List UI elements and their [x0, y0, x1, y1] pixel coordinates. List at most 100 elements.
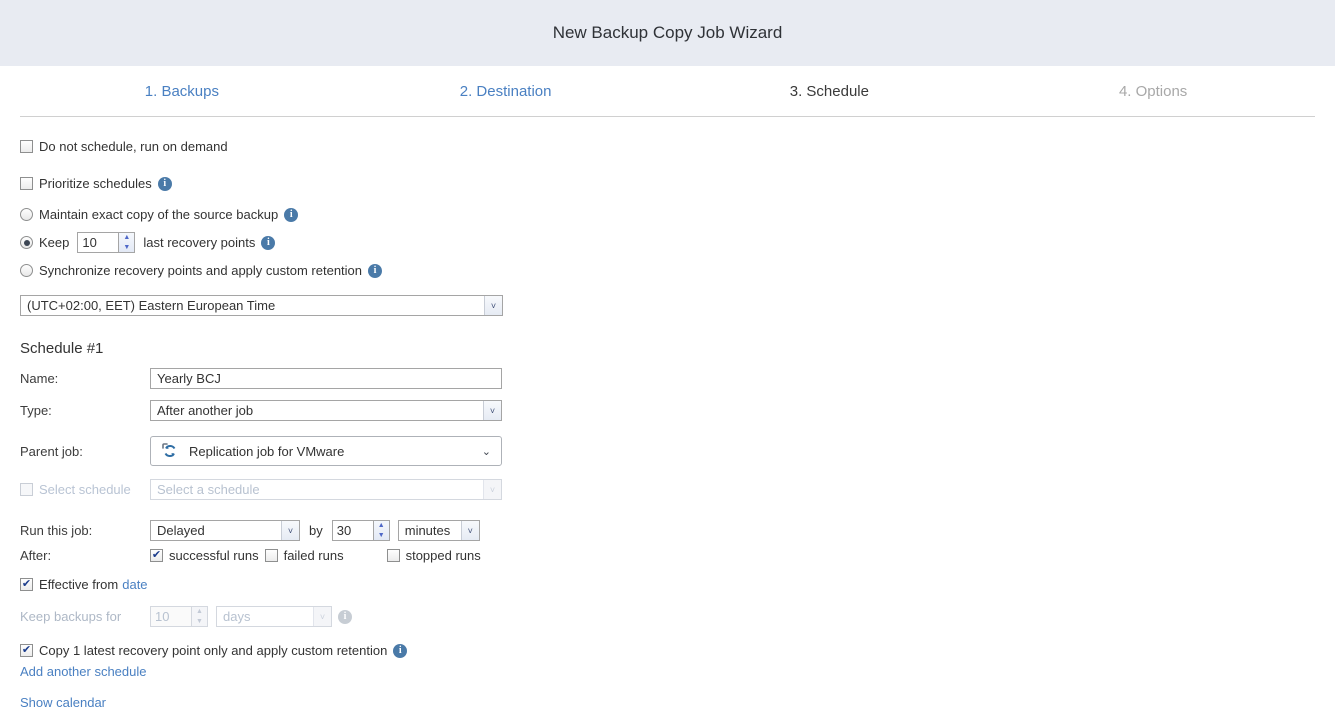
- do-not-schedule-checkbox[interactable]: [20, 140, 33, 153]
- parent-job-value: Replication job for VMware: [189, 443, 345, 459]
- spin-down-icon[interactable]: ▼: [374, 531, 389, 541]
- spin-up-icon[interactable]: ▲: [374, 521, 389, 531]
- keep-backups-spinner: ▲▼: [150, 606, 208, 627]
- stopped-runs-checkbox[interactable]: [386, 549, 400, 562]
- info-icon[interactable]: i: [284, 207, 299, 222]
- info-icon[interactable]: i: [261, 235, 276, 250]
- tab-backups[interactable]: 1. Backups: [20, 83, 344, 100]
- select-schedule-placeholder: Select a schedule: [157, 482, 260, 497]
- keep-points-row: Keep ▲▼ last recovery points i: [20, 232, 1315, 253]
- type-value: After another job: [157, 403, 254, 418]
- info-icon[interactable]: i: [157, 176, 172, 191]
- prioritize-row: Prioritize schedules i: [20, 176, 1315, 191]
- keep-backups-unit-select: days ˅: [216, 606, 332, 627]
- sync-points-radio[interactable]: [20, 264, 33, 277]
- keep-points-suffix: last recovery points: [143, 235, 256, 250]
- type-label: Type:: [20, 403, 52, 418]
- select-schedule-option: Select schedule: [20, 482, 150, 497]
- spin-down-icon: ▼: [196, 617, 203, 625]
- chevron-down-icon[interactable]: ˅: [483, 401, 501, 420]
- effective-from-checkbox[interactable]: [20, 578, 33, 591]
- delay-spinner: ▲▼: [331, 520, 390, 541]
- keep-backups-row: Keep backups for ▲▼ days ˅ i: [20, 606, 1315, 627]
- info-icon[interactable]: i: [368, 263, 383, 278]
- run-mode-select[interactable]: Delayed ˅: [150, 520, 300, 541]
- keep-backups-input: [151, 607, 191, 626]
- chevron-down-icon: ˅: [483, 480, 501, 499]
- spinner-arrows[interactable]: ▲ ▼: [118, 233, 135, 253]
- spin-up-icon: ▲: [196, 608, 203, 616]
- effective-from-row: Effective from date: [20, 577, 1315, 592]
- run-job-label: Run this job:: [20, 523, 93, 538]
- show-calendar-row: Show calendar: [20, 695, 1315, 710]
- successful-runs-checkbox[interactable]: [150, 549, 163, 562]
- schedule-name-input[interactable]: [150, 368, 502, 389]
- select-schedule-label: Select schedule: [39, 482, 131, 497]
- maintain-copy-label: Maintain exact copy of the source backup: [39, 207, 279, 222]
- timezone-value: (UTC+02:00, EET) Eastern European Time: [27, 298, 276, 313]
- tab-schedule[interactable]: 3. Schedule: [668, 83, 992, 100]
- chevron-down-icon[interactable]: ⌄: [482, 445, 491, 458]
- info-icon[interactable]: i: [393, 643, 408, 658]
- keep-points-input[interactable]: [78, 233, 119, 252]
- maintain-copy-radio[interactable]: [20, 208, 33, 221]
- spinner-arrows[interactable]: ▲ ▼: [372, 521, 389, 541]
- keep-points-radio[interactable]: [20, 236, 33, 249]
- wizard-steps: 1. Backups 2. Destination 3. Schedule 4.…: [20, 66, 1315, 117]
- timezone-select[interactable]: (UTC+02:00, EET) Eastern European Time ˅: [20, 295, 503, 316]
- by-label: by: [309, 523, 323, 538]
- schedule-heading: Schedule #1: [20, 340, 104, 357]
- do-not-schedule-row: Do not schedule, run on demand: [20, 139, 1315, 154]
- show-calendar-link[interactable]: Show calendar: [20, 695, 106, 710]
- parent-job-row: Parent job: Replication job for VMware ⌄: [20, 436, 1315, 466]
- copy-latest-row: Copy 1 latest recovery point only and ap…: [20, 643, 1315, 658]
- type-row: Type: After another job ˅: [20, 400, 1315, 421]
- run-mode-value: Delayed: [157, 523, 205, 538]
- delay-unit-select[interactable]: minutes ˅: [397, 520, 480, 541]
- select-schedule-select: Select a schedule ˅: [150, 479, 502, 500]
- sync-points-row: Synchronize recovery points and apply cu…: [20, 263, 1315, 278]
- keep-backups-label: Keep backups for: [20, 609, 122, 624]
- failed-runs-label: failed runs: [283, 548, 344, 563]
- keep-points-prefix: Keep: [39, 235, 70, 250]
- type-select[interactable]: After another job ˅: [150, 400, 502, 421]
- tab-destination[interactable]: 2. Destination: [344, 83, 668, 100]
- wizard-title: New Backup Copy Job Wizard: [552, 23, 783, 42]
- add-another-schedule-link[interactable]: Add another schedule: [20, 664, 146, 679]
- parent-job-label: Parent job:: [20, 443, 83, 459]
- effective-date-link[interactable]: date: [122, 577, 147, 592]
- keep-backups-unit-value: days: [223, 609, 251, 624]
- delay-unit-value: minutes: [404, 523, 451, 538]
- name-label: Name:: [20, 371, 59, 386]
- prioritize-label: Prioritize schedules: [39, 176, 152, 191]
- info-icon: i: [338, 609, 352, 624]
- successful-runs-label: successful runs: [169, 548, 259, 563]
- parent-job-select[interactable]: Replication job for VMware ⌄: [150, 436, 502, 466]
- chevron-down-icon: ˅: [313, 607, 331, 626]
- chevron-down-icon[interactable]: ˅: [281, 521, 299, 540]
- effective-from-label: Effective from: [39, 577, 119, 592]
- spinner-arrows: ▲ ▼: [191, 607, 207, 626]
- select-schedule-row: Select schedule Select a schedule ˅: [20, 479, 1315, 500]
- timezone-row: (UTC+02:00, EET) Eastern European Time ˅: [20, 295, 1315, 316]
- keep-points-spinner: ▲▼: [77, 232, 136, 253]
- spin-down-icon[interactable]: ▼: [119, 243, 134, 253]
- stopped-runs-label: stopped runs: [405, 548, 481, 563]
- spin-up-icon[interactable]: ▲: [119, 233, 134, 243]
- copy-latest-label: Copy 1 latest recovery point only and ap…: [39, 643, 388, 658]
- run-job-row: Run this job: Delayed ˅ by ▲▼ minutes ˅: [20, 520, 1315, 541]
- after-label: After:: [20, 548, 52, 563]
- prioritize-checkbox[interactable]: [20, 177, 33, 190]
- chevron-down-icon[interactable]: ˅: [484, 296, 502, 315]
- copy-latest-checkbox[interactable]: [20, 644, 33, 657]
- failed-runs-checkbox[interactable]: [264, 549, 278, 562]
- add-another-row: Add another schedule: [20, 664, 1315, 679]
- maintain-copy-row: Maintain exact copy of the source backup…: [20, 207, 1315, 222]
- chevron-down-icon[interactable]: ˅: [460, 521, 479, 540]
- wizard-header: New Backup Copy Job Wizard: [0, 0, 1335, 66]
- select-schedule-checkbox: [20, 483, 33, 496]
- delay-input[interactable]: [332, 521, 373, 540]
- after-row: After: successful runs failed runs stopp…: [20, 548, 1315, 563]
- replication-job-icon: [161, 442, 179, 460]
- do-not-schedule-label: Do not schedule, run on demand: [39, 139, 228, 154]
